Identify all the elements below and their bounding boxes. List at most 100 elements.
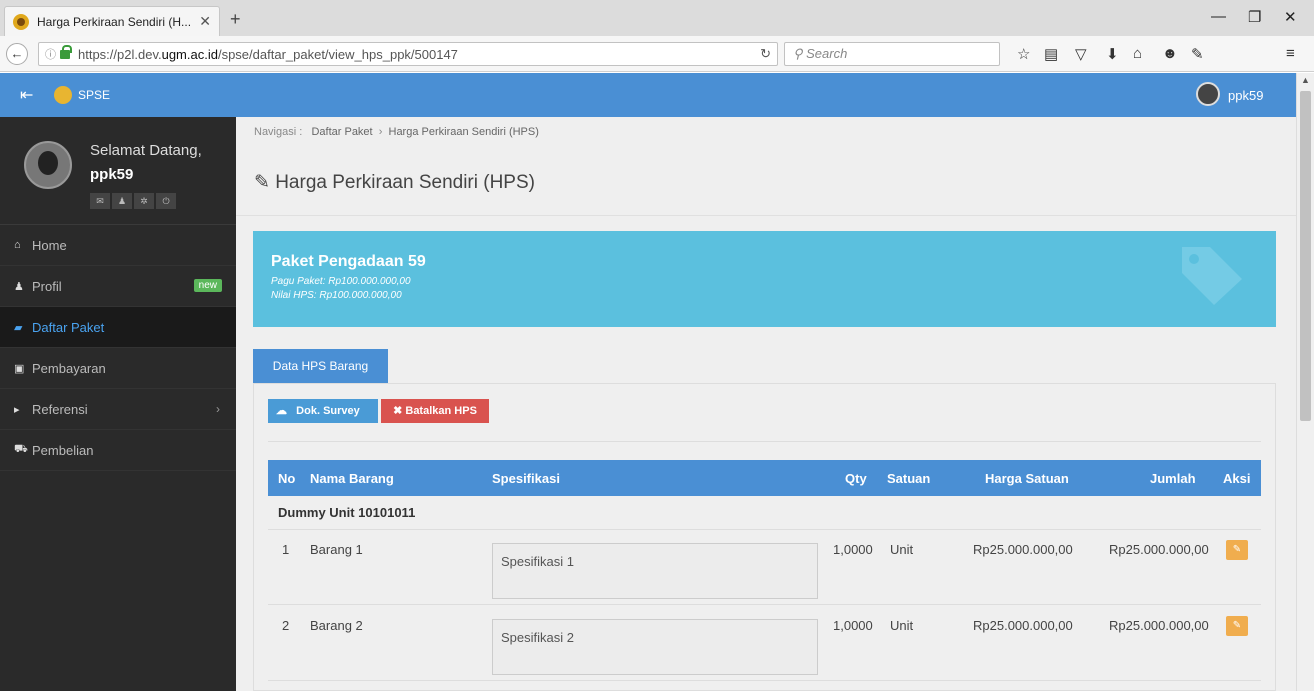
download-icon[interactable]: ⬇ <box>1106 45 1119 63</box>
group-row: Dummy Unit 10101011 <box>268 496 1261 530</box>
lock-icon <box>60 44 72 59</box>
sidebar-item-label: Daftar Paket <box>32 319 105 335</box>
app-name[interactable]: SPSE <box>78 88 110 102</box>
avatar <box>24 141 72 189</box>
pagu-paket: Pagu Paket: Rp100.000.000,00 <box>271 276 411 287</box>
sidebar-toggle-icon[interactable]: ⇤ <box>20 85 33 105</box>
welcome-panel: Selamat Datang, ppk59 ✉ ♟ ✲ ⏻ <box>0 117 236 225</box>
edit-button[interactable]: ✎ <box>1226 616 1248 636</box>
spesifikasi-field[interactable]: Spesifikasi 2 <box>492 619 818 675</box>
caret-right-icon: ▸ <box>14 403 20 416</box>
sidebar-item-label: Home <box>32 237 67 253</box>
cell-jumlah: Rp25.000.000,00 <box>1109 618 1209 633</box>
close-icon: ✖ <box>393 405 403 417</box>
sidebar-item-daftar-paket[interactable]: ▰ Daftar Paket <box>0 307 236 348</box>
tab-title: Harga Perkiraan Sendiri (H... <box>37 14 192 29</box>
cell-nama: Barang 1 <box>310 542 363 557</box>
cell-harga-satuan: Rp25.000.000,00 <box>973 542 1073 557</box>
user-icon[interactable]: ♟ <box>112 193 132 209</box>
search-input[interactable]: ⚲ Search <box>784 42 1000 66</box>
tab-close-icon[interactable]: ✕ <box>199 13 211 30</box>
col-spesifikasi: Spesifikasi <box>492 471 560 486</box>
cloud-icon: ☁ <box>276 405 287 417</box>
sidebar-item-label: Pembayaran <box>32 360 106 376</box>
pocket-icon[interactable]: ▽ <box>1075 45 1087 63</box>
bookmark-star-icon[interactable]: ☆ <box>1017 45 1030 63</box>
breadcrumb-daftar-paket[interactable]: Daftar Paket <box>311 126 372 138</box>
chat-icon[interactable]: ☻ <box>1162 45 1178 62</box>
sidebar-item-pembayaran[interactable]: ▣ Pembayaran <box>0 348 236 389</box>
cell-no: 2 <box>282 618 290 633</box>
mail-icon[interactable]: ✉ <box>90 193 110 209</box>
spesifikasi-field[interactable]: Spesifikasi 1 <box>492 543 818 599</box>
menu-icon[interactable]: ≡ <box>1286 45 1295 62</box>
sidebar-item-home[interactable]: ⌂ Home <box>0 225 236 266</box>
sidebar-item-referensi[interactable]: ▸ Referensi › <box>0 389 236 430</box>
sidebar-item-label: Referensi <box>32 401 88 417</box>
restore-icon[interactable]: ❐ <box>1248 8 1261 26</box>
sidebar-item-label: Profil <box>32 278 62 294</box>
sidebar-item-profil[interactable]: ♟ Profil new <box>0 266 236 307</box>
home-icon: ⌂ <box>14 239 21 251</box>
cell-satuan: Unit <box>890 542 914 557</box>
col-no: No <box>278 471 296 486</box>
cart-icon: ⛟ <box>14 443 28 455</box>
col-jumlah: Jumlah <box>1150 471 1196 486</box>
scrollbar-thumb[interactable] <box>1300 91 1311 421</box>
info-icon[interactable]: ⓘ <box>45 46 56 62</box>
browser-tab[interactable]: Harga Perkiraan Sendiri (H... ✕ <box>4 6 220 36</box>
translate-icon[interactable]: ✎ <box>1191 45 1204 63</box>
hps-panel: ☁ Dok. Survey ✖ Batalkan HPS No Nama Bar… <box>253 383 1276 691</box>
reading-list-icon[interactable]: ▤ <box>1044 45 1058 63</box>
edit-button[interactable]: ✎ <box>1226 540 1248 560</box>
url-bar[interactable]: ⓘ https://p2l.dev.ugm.ac.id/spse/daftar_… <box>38 42 778 66</box>
scrollbar[interactable]: ▲ <box>1296 73 1314 691</box>
user-avatar[interactable] <box>1196 82 1220 106</box>
reload-icon[interactable]: ↻ <box>760 46 771 62</box>
table-row: 2 Barang 2 Spesifikasi 2 1,0000 Unit Rp2… <box>268 606 1261 681</box>
browser-navbar: ← ⓘ https://p2l.dev.ugm.ac.id/spse/dafta… <box>0 36 1314 72</box>
site-favicon-icon <box>13 13 29 30</box>
gear-icon[interactable]: ✲ <box>134 193 154 209</box>
app-header: ⇤ SPSE ppk59 <box>0 73 1296 117</box>
new-tab-button[interactable]: + <box>230 9 241 30</box>
divider <box>268 441 1261 442</box>
edit-icon: ✎ <box>254 172 270 193</box>
minimize-icon[interactable]: — <box>1211 8 1226 25</box>
batalkan-hps-label: Batalkan HPS <box>405 405 477 417</box>
table-row: 1 Barang 1 Spesifikasi 1 1,0000 Unit Rp2… <box>268 530 1261 605</box>
sidebar-item-pembelian[interactable]: ⛟ Pembelian <box>0 430 236 471</box>
col-aksi: Aksi <box>1223 471 1251 486</box>
power-icon[interactable]: ⏻ <box>156 193 176 209</box>
dok-survey-label: Dok. Survey <box>296 405 360 417</box>
cell-nama: Barang 2 <box>310 618 363 633</box>
tab-data-hps-barang[interactable]: Data HPS Barang <box>253 349 388 384</box>
back-button[interactable]: ← <box>6 43 28 65</box>
home-browser-icon[interactable]: ⌂ <box>1133 45 1142 62</box>
money-icon: ▣ <box>14 362 25 375</box>
dok-survey-button[interactable]: ☁ Dok. Survey <box>268 399 378 423</box>
batalkan-hps-button[interactable]: ✖ Batalkan HPS <box>381 399 489 423</box>
cell-no: 1 <box>282 542 290 557</box>
logo-icon <box>54 86 72 104</box>
col-satuan: Satuan <box>887 471 931 486</box>
sidebar-username: ppk59 <box>90 166 134 183</box>
package-info-box: Paket Pengadaan 59 Pagu Paket: Rp100.000… <box>253 231 1276 327</box>
greeting: Selamat Datang, <box>90 142 202 159</box>
divider <box>236 215 1296 216</box>
user-quick-actions: ✉ ♟ ✲ ⏻ <box>90 193 176 209</box>
breadcrumb-label: Navigasi : <box>254 126 303 138</box>
browser-tabbar: Harga Perkiraan Sendiri (H... ✕ + — ❐ ✕ <box>0 0 1314 36</box>
breadcrumb-hps: Harga Perkiraan Sendiri (HPS) <box>388 126 539 138</box>
edit-icon: ✎ <box>1232 544 1242 555</box>
book-icon: ▰ <box>14 321 23 334</box>
scroll-up-icon[interactable]: ▲ <box>1301 75 1310 85</box>
sidebar: Selamat Datang, ppk59 ✉ ♟ ✲ ⏻ ⌂ Home ♟ P… <box>0 117 236 691</box>
main-content: Navigasi : Daftar Paket › Harga Perkiraa… <box>236 117 1296 691</box>
cell-qty: 1,0000 <box>833 618 873 633</box>
nilai-hps: Nilai HPS: Rp100.000.000,00 <box>271 290 402 301</box>
cell-harga-satuan: Rp25.000.000,00 <box>973 618 1073 633</box>
page-title: ✎ Harga Perkiraan Sendiri (HPS) <box>254 171 535 194</box>
header-username[interactable]: ppk59 <box>1228 88 1263 103</box>
close-window-icon[interactable]: ✕ <box>1284 8 1297 26</box>
